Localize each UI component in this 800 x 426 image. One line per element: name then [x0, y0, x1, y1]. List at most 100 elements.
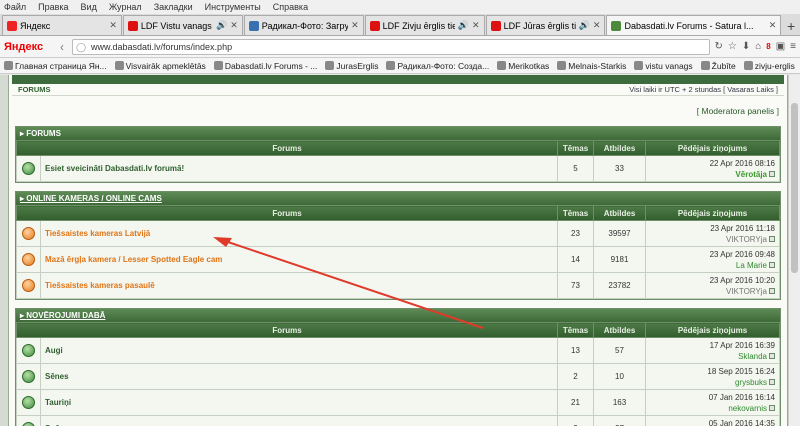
- last-post-author[interactable]: VIKTORYja: [726, 235, 767, 244]
- bookmark-item[interactable]: Dabasdati.lv Forums - ...: [213, 60, 318, 71]
- view-latest-post-icon[interactable]: [769, 236, 775, 243]
- bookmark-icon: [114, 61, 124, 70]
- speaker-icon[interactable]: 🔊: [579, 20, 590, 31]
- bookmark-item[interactable]: Visvairāk apmeklētās: [114, 61, 206, 71]
- bookmark-item[interactable]: Радикал-Фото: Созда...: [386, 61, 489, 71]
- browser-tab[interactable]: Яндекс ✕: [2, 15, 122, 35]
- view-latest-post-icon[interactable]: [769, 405, 775, 412]
- reply-count: 39597: [593, 220, 646, 247]
- forum-title-link[interactable]: Tiešsaistes kameras pasaulē: [40, 272, 558, 299]
- reply-count: 27: [593, 415, 646, 426]
- reply-count: 33: [593, 155, 646, 182]
- browser-tab[interactable]: LDF Zivju ērglis tiešrai...🔊✕: [364, 15, 485, 35]
- view-latest-post-icon[interactable]: [769, 353, 775, 360]
- forum-title-link[interactable]: Spāres: [40, 415, 558, 426]
- table-row: Mazā ērgļa kamera / Lesser Spotted Eagle…: [16, 246, 780, 273]
- section-title[interactable]: ▸ NOVĒROJUMI DABĀ: [16, 309, 780, 322]
- breadcrumb[interactable]: FORUMS: [18, 85, 51, 94]
- url-text: www.dabasdati.lv/forums/index.php: [91, 41, 233, 52]
- bookmark-icon: [325, 61, 335, 70]
- bookmark-item[interactable]: Главная страница Ян...: [4, 61, 107, 71]
- col-topics: Tēmas: [557, 140, 594, 156]
- bookmark-icon: [386, 61, 396, 70]
- bookmark-item[interactable]: zivju-erglis: [743, 61, 795, 71]
- view-latest-post-icon[interactable]: [769, 171, 775, 178]
- forum-title-link[interactable]: Tiešsaistes kameras Latvijā: [40, 220, 558, 247]
- section-title[interactable]: ▸ ONLINE KAMERAS / ONLINE CAMS: [16, 192, 780, 205]
- speaker-icon[interactable]: 🔊: [458, 20, 469, 31]
- bookmark-item[interactable]: Žubīte: [700, 61, 736, 71]
- menu-item[interactable]: Инструменты: [205, 2, 261, 12]
- forum-title-link[interactable]: Esiet sveicināti Dabasdati.lv forumā!: [40, 155, 558, 182]
- browser-tab[interactable]: Dabasdati.lv Forums - Satura l... ✕: [606, 15, 782, 35]
- col-replies: Atbildes: [593, 140, 646, 156]
- col-forums: Forums: [16, 205, 558, 221]
- address-bar[interactable]: ◯ www.dabasdati.lv/forums/index.php: [72, 38, 711, 55]
- yandex-logo[interactable]: Яндекс: [4, 41, 52, 53]
- forum-section: ▸ NOVĒROJUMI DABĀ Forums Tēmas Atbildes Pēdē…: [15, 308, 781, 426]
- moderator-panel-link[interactable]: [ Moderatora panelis ]: [9, 96, 787, 122]
- table-row: Augi 13 57 17 Apr 2016 16:39 Sklanda: [16, 337, 780, 364]
- menu-item[interactable]: Закладки: [154, 2, 193, 12]
- downloads-icon[interactable]: ⬇: [742, 41, 750, 52]
- bookmark-star-icon[interactable]: ☆: [728, 41, 737, 52]
- menu-item[interactable]: Справка: [273, 2, 308, 12]
- forum-status-icon: [22, 279, 35, 292]
- close-icon[interactable]: ✕: [109, 20, 117, 31]
- section-title-text: ONLINE KAMERAS / ONLINE CAMS: [26, 194, 162, 203]
- new-tab-button[interactable]: +: [782, 17, 800, 35]
- forum-title-link[interactable]: Mazā ērgļa kamera / Lesser Spotted Eagle…: [40, 246, 558, 273]
- browser-tab[interactable]: LDF Vistu vanags tieš...🔊✕: [122, 15, 243, 35]
- last-post-author[interactable]: La Marie: [736, 261, 767, 270]
- forum-title-link[interactable]: Augi: [40, 337, 558, 364]
- menu-item[interactable]: Вид: [81, 2, 97, 12]
- browser-tab[interactable]: LDF Jūras ērglis tiešrai...🔊✕: [485, 15, 606, 35]
- menu-item[interactable]: Правка: [38, 2, 68, 12]
- menu-bar: Файл Правка Вид Журнал Закладки Инструменты Сп…: [0, 0, 800, 14]
- bookmark-item[interactable]: Melnais-Starkis: [557, 61, 626, 71]
- last-post-author[interactable]: nekovarnis: [728, 404, 767, 413]
- forum-status-icon: [22, 344, 35, 357]
- reload-icon[interactable]: ↻: [714, 41, 722, 52]
- bookmark-label: vistu vanags: [645, 60, 693, 71]
- topic-count: 5: [557, 155, 594, 182]
- moderator-panel-label[interactable]: [ Moderatora panelis ]: [697, 106, 779, 116]
- bookmark-label: Dabasdati.lv Forums - ...: [224, 60, 318, 71]
- section-title: ▸ FORUMS: [16, 127, 780, 140]
- close-icon[interactable]: ✕: [472, 20, 480, 31]
- notification-badge[interactable]: 8: [766, 42, 770, 51]
- browser-tab[interactable]: Радикал-Фото: Загружен...✕: [243, 15, 364, 35]
- back-icon[interactable]: ‹: [56, 40, 68, 54]
- table-row: Tiešsaistes kameras pasaulē 73 23782 23 Apr…: [16, 272, 780, 299]
- bookmark-item[interactable]: Merikotkas: [497, 61, 549, 71]
- close-icon[interactable]: ✕: [351, 20, 359, 31]
- view-latest-post-icon[interactable]: [769, 288, 775, 295]
- last-post-author[interactable]: Sklanda: [738, 352, 767, 361]
- view-latest-post-icon[interactable]: [769, 379, 775, 386]
- last-post-date: 23 Apr 2016 10:20: [709, 275, 775, 285]
- menu-icon[interactable]: ≡: [790, 41, 796, 52]
- bookmark-icon: [557, 61, 567, 70]
- forum-title-link[interactable]: Sēnes: [40, 363, 558, 390]
- menu-item[interactable]: Файл: [4, 2, 26, 12]
- last-post-cell: 05 Jan 2016 14:35Naktssargs: [645, 415, 780, 426]
- last-post-author[interactable]: grysbuks: [735, 378, 767, 387]
- menu-item[interactable]: Журнал: [109, 2, 142, 12]
- last-post-author[interactable]: Vērotāja: [735, 170, 767, 179]
- extension-icon[interactable]: ▣: [776, 41, 785, 52]
- home-icon[interactable]: ⌂: [755, 41, 761, 52]
- forum-title-link[interactable]: Tauriņi: [40, 389, 558, 416]
- bookmark-item[interactable]: vistu vanags: [634, 60, 693, 71]
- bookmark-label: JurasErglis: [336, 60, 379, 71]
- last-post-author[interactable]: VIKTORYja: [726, 287, 767, 296]
- scrollbar[interactable]: [788, 75, 800, 426]
- speaker-icon[interactable]: 🔊: [216, 20, 227, 31]
- close-icon[interactable]: ✕: [230, 20, 238, 31]
- close-icon[interactable]: ✕: [769, 20, 777, 31]
- close-icon[interactable]: ✕: [593, 20, 601, 31]
- view-latest-post-icon[interactable]: [769, 262, 775, 269]
- bookmark-item[interactable]: JurasErglis: [325, 61, 378, 71]
- last-post-cell: 23 Apr 2016 09:48 La Marie: [645, 246, 780, 273]
- table-header: Forums Tēmas Atbildes Pēdējais ziņojums: [16, 205, 780, 221]
- scrollbar-thumb[interactable]: [791, 103, 798, 273]
